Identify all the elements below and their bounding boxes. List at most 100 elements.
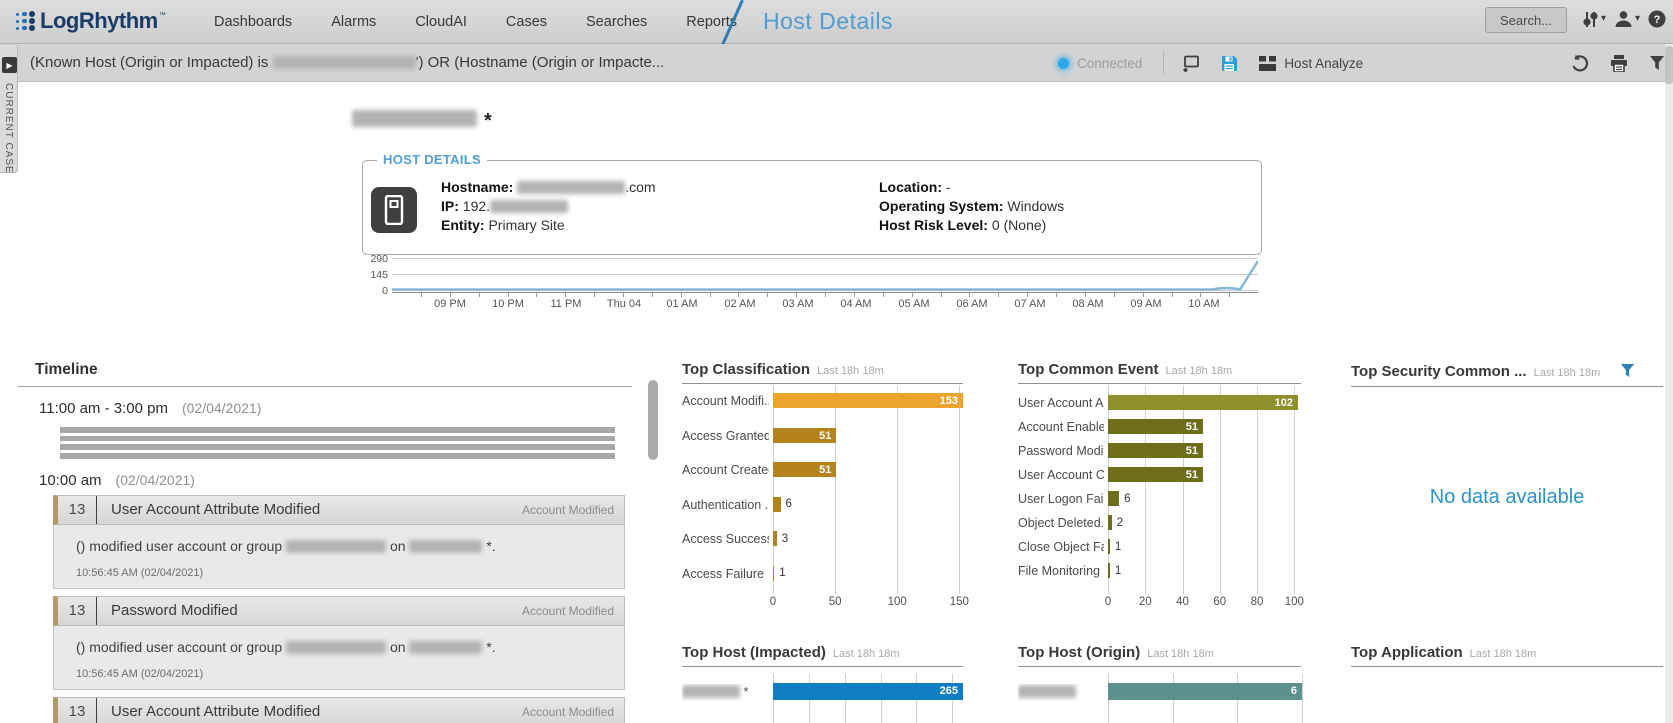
redacted-ip-value: [490, 200, 568, 213]
preferences-button[interactable]: ▾: [1582, 11, 1606, 28]
logrhythm-logo[interactable]: LogRhythm ™: [14, 8, 166, 34]
redacted-hostname: [273, 56, 416, 69]
print-button[interactable]: [1610, 55, 1628, 72]
bar-value-label: 51: [1108, 445, 1198, 457]
collapsed-event-row[interactable]: [60, 453, 615, 459]
filter-button[interactable]: [1649, 55, 1665, 71]
axis-tick: [969, 293, 970, 297]
bar-authentication-[interactable]: [773, 497, 781, 512]
timeline-event-card[interactable]: 13User Account Attribute ModifiedAccount…: [53, 697, 625, 723]
event-card-header: 13User Account Attribute ModifiedAccount…: [53, 697, 625, 723]
chevron-down-icon: ▾: [1601, 14, 1606, 24]
current-case-expander-button[interactable]: ▶: [2, 57, 17, 73]
timeline-event-card[interactable]: 13Password ModifiedAccount Modified() mo…: [53, 596, 625, 690]
entity-field: Entity: Primary Site: [441, 216, 656, 235]
top-nav: LogRhythm ™ Dashboards Alarms CloudAI Cases…: [0, 0, 1673, 44]
bar-category-label: Close Object Fai...: [1018, 540, 1104, 555]
axis-tick: [825, 293, 826, 297]
y-tick-290: 290: [340, 253, 388, 265]
bar-object-deleted-[interactable]: [1108, 515, 1112, 530]
x-axis-tick-label: 20: [1125, 596, 1165, 608]
bar-value-label: 51: [773, 430, 831, 442]
help-button[interactable]: ?: [1648, 10, 1666, 28]
sliders-icon: [1582, 11, 1599, 28]
description-prefix: () modified user account or group: [76, 639, 286, 655]
user-menu-button[interactable]: ▾: [1614, 10, 1640, 28]
bar-user-logon-fail-[interactable]: [1108, 491, 1119, 506]
bar-category-label: Object Deleted...: [1018, 516, 1104, 531]
panel-title: Top Classification: [682, 361, 810, 378]
collapsed-event-row[interactable]: [60, 436, 615, 442]
axis-tick: [710, 293, 711, 297]
timeline-event-card[interactable]: 13User Account Attribute ModifiedAccount…: [53, 495, 625, 589]
undo-button[interactable]: [1571, 54, 1589, 72]
axis-tick: [479, 293, 480, 297]
save-search-button[interactable]: [1221, 55, 1238, 72]
add-to-dashboard-button[interactable]: [1181, 55, 1200, 72]
funnel-icon: [1620, 363, 1635, 378]
nav-item-cases[interactable]: Cases: [506, 14, 547, 30]
x-tick-label: 04 AM: [832, 298, 880, 310]
bar-value-label: 2: [1117, 517, 1123, 529]
nav-item-dashboards[interactable]: Dashboards: [214, 14, 292, 30]
x-axis-tick-label: 60: [1200, 596, 1240, 608]
search-query-pill[interactable]: (Known Host (Origin or Impacted) is ') O…: [30, 54, 664, 71]
bar-access-failure[interactable]: [773, 566, 774, 581]
panel-range-label: Last 18h 18m: [1147, 648, 1214, 660]
bar-category-label: Access Granted: [682, 429, 769, 444]
redacted-hostname-value: [517, 181, 625, 194]
axis-tick: [738, 293, 739, 297]
host-details-legend: HOST DETAILS: [377, 152, 487, 167]
bar-file-monitoring-[interactable]: [1108, 563, 1110, 578]
bar-access-success[interactable]: [773, 531, 777, 546]
filter-bar: (Known Host (Origin or Impacted) is ') O…: [0, 44, 1673, 82]
panel-range-label: Last 18h 18m: [1470, 648, 1537, 660]
host-icon: [371, 187, 417, 233]
panel-title: Top Common Event: [1018, 361, 1159, 378]
bar-value-label: 51: [1108, 421, 1198, 433]
x-axis-tick-label: 0: [753, 596, 793, 608]
x-axis-tick-label: 50: [815, 596, 855, 608]
top-common-event-panel: Top Common EventLast 18h 18m 02040608010…: [1018, 361, 1301, 623]
collapsed-event-row[interactable]: [60, 444, 615, 450]
x-tick-label: 11 PM: [542, 298, 590, 310]
page-scrollbar-track: [1665, 44, 1673, 723]
query-prefix: (Known Host (Origin or Impacted) is: [30, 54, 273, 71]
host-analyze-button[interactable]: Host Analyze: [1259, 56, 1363, 71]
event-timestamp: 10:56:45 AM (02/04/2021): [76, 567, 614, 579]
x-tick-label: 10 PM: [484, 298, 532, 310]
x-axis-tick-label: 40: [1163, 596, 1203, 608]
timeline-title: Timeline: [18, 358, 632, 387]
collapsed-event-row[interactable]: [60, 427, 615, 433]
bar-category-label: Authentication ...: [682, 498, 769, 513]
printer-icon: [1610, 55, 1628, 72]
widget-filter-button[interactable]: [1620, 363, 1635, 383]
timeline-scrollbar-thumb[interactable]: [648, 380, 658, 460]
current-case-tab[interactable]: ▶ CURRENT CASE: [0, 45, 18, 173]
nav-item-cloudai[interactable]: CloudAI: [415, 14, 467, 30]
event-card-body: () modified user account or group on *.1…: [53, 525, 625, 589]
top-classification-chart: 050100150Account Modifi...153Access Gran…: [682, 384, 963, 619]
event-card-header: 13User Account Attribute ModifiedAccount…: [53, 495, 625, 525]
nav-item-searches[interactable]: Searches: [586, 14, 647, 30]
x-tick-label: 10 AM: [1180, 298, 1228, 310]
chart-gridline: [897, 386, 898, 594]
bar-category-label: Password Modif...: [1018, 444, 1104, 459]
bar-close-object-fai-[interactable]: [1108, 539, 1110, 554]
group-date: (02/04/2021): [182, 400, 261, 416]
axis-tick: [1172, 293, 1173, 297]
x-axis-tick-label: 150: [939, 596, 979, 608]
description-mid: on: [386, 639, 409, 655]
page-scrollbar-thumb[interactable]: [1665, 46, 1673, 84]
chart-gridline: [1294, 386, 1295, 594]
description-mid: on: [386, 538, 409, 554]
search-button[interactable]: Search...: [1485, 7, 1567, 33]
panel-range-label: Last 18h 18m: [1166, 365, 1233, 377]
redacted-host: [409, 641, 482, 654]
event-timestamp: 10:56:45 AM (02/04/2021): [76, 668, 614, 680]
funnel-icon: [1649, 55, 1665, 71]
panel-title: Top Host (Impacted): [682, 644, 826, 661]
top-security-common-event-panel: Top Security Common ... Last 18h 18m No …: [1351, 361, 1663, 623]
event-title: Password Modified: [97, 597, 238, 625]
nav-item-alarms[interactable]: Alarms: [331, 14, 376, 30]
